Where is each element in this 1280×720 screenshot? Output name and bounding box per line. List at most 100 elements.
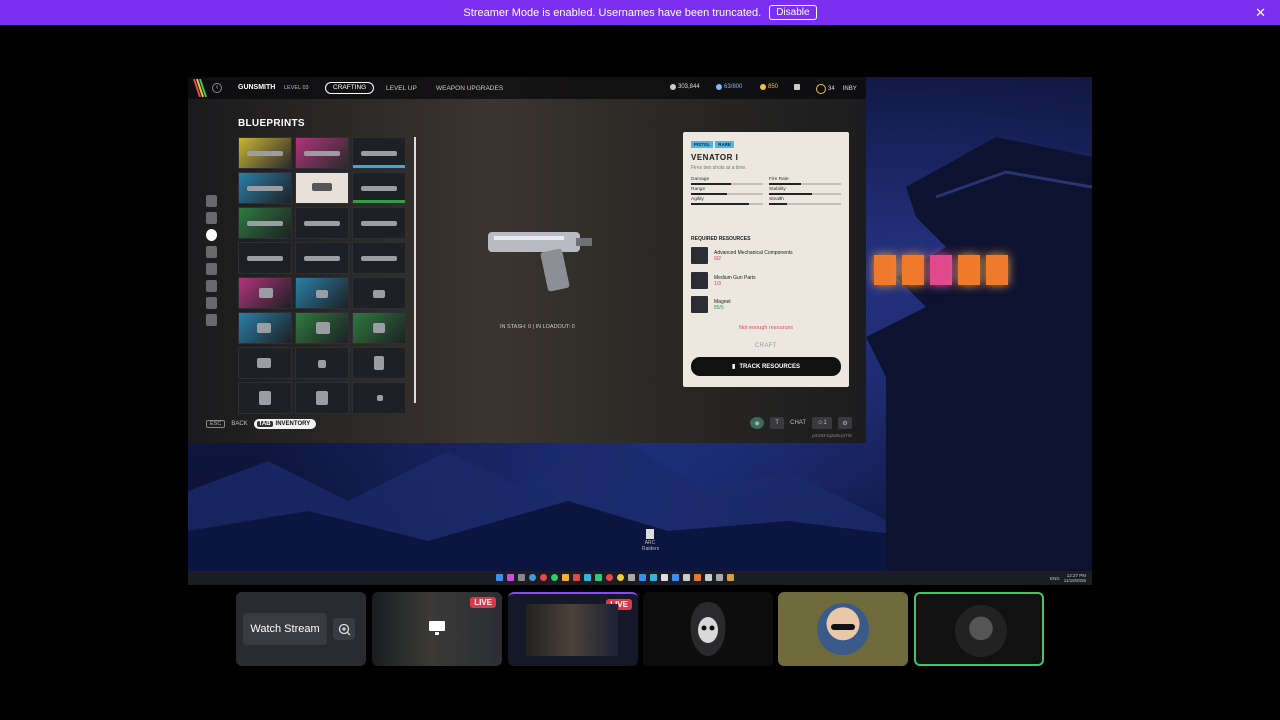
back-button[interactable]: BACK (231, 421, 247, 427)
app-icon[interactable] (683, 574, 690, 581)
blueprint-slot[interactable] (238, 172, 292, 204)
blueprint-scrollbar[interactable] (414, 137, 416, 403)
app-icon[interactable] (661, 574, 668, 581)
app-icon[interactable] (694, 574, 701, 581)
blueprints-title: BLUEPRINTS (238, 118, 305, 129)
blueprint-slot[interactable] (295, 137, 349, 169)
participant-tile-speaking[interactable] (914, 592, 1044, 666)
spotify-icon[interactable] (551, 574, 558, 581)
tab-level-up[interactable]: LEVEL UP (386, 85, 417, 92)
blueprint-slot[interactable] (295, 277, 349, 309)
app-icon[interactable] (606, 574, 613, 581)
resource-thumbnail (691, 247, 708, 264)
mail-icon[interactable] (794, 84, 800, 90)
not-enough-resources-text: Not enough resources (738, 325, 794, 331)
settings-gear-icon[interactable]: ⚙ (838, 417, 852, 429)
blueprint-slot[interactable] (295, 382, 349, 414)
track-resources-button[interactable]: ▮ TRACK RESOURCES (691, 357, 841, 376)
tray-clock[interactable]: 12:27 PM 11/18/2025 (1064, 573, 1086, 583)
blueprint-slot[interactable] (352, 347, 406, 379)
blueprint-slot[interactable] (238, 312, 292, 344)
tag-rare: RARE (715, 141, 734, 148)
blueprint-slot[interactable] (352, 137, 406, 169)
item-detail-panel: PISTOL RARE VENATOR I Fires two shots at… (683, 132, 849, 387)
blueprint-slot[interactable] (295, 312, 349, 344)
app-icon[interactable] (672, 574, 679, 581)
popout-stream-icon[interactable] (333, 618, 355, 640)
tab-weapon-upgrades[interactable]: WEAPON UPGRADES (436, 85, 503, 92)
category-armor-icon[interactable] (206, 212, 217, 224)
disable-button[interactable]: Disable (769, 5, 817, 20)
category-all-icon[interactable] (206, 195, 217, 207)
player-name: INBY (842, 86, 857, 92)
banner-text: Streamer Mode is enabled. Usernames have… (463, 6, 762, 19)
start-icon[interactable] (496, 574, 503, 581)
stat-agility: Agility (691, 197, 763, 205)
back-arrow-icon[interactable]: ‹ (212, 83, 222, 93)
app-icon[interactable] (507, 574, 514, 581)
stash-info: IN STASH: 0 | IN LOADOUT: 0 (500, 324, 575, 330)
blueprint-slot[interactable] (238, 137, 292, 169)
category-weapons-icon[interactable] (206, 229, 217, 241)
category-tools-icon[interactable] (206, 297, 217, 309)
app-icon[interactable] (716, 574, 723, 581)
party-button[interactable]: ☺ 1 (812, 417, 832, 429)
app-icon[interactable] (584, 574, 591, 581)
app-icon[interactable] (628, 574, 635, 581)
blueprint-slot[interactable] (352, 242, 406, 274)
participant-tile[interactable] (643, 592, 773, 666)
player-level: 34 (828, 86, 835, 92)
temple-silhouette (866, 137, 1092, 571)
app-icon[interactable] (518, 574, 525, 581)
close-icon[interactable]: ✕ (1255, 5, 1266, 21)
stat-damage: Damage (691, 177, 763, 185)
app-icon[interactable] (540, 574, 547, 581)
blueprint-slot[interactable] (352, 172, 406, 204)
blueprint-slot[interactable] (352, 382, 406, 414)
inventory-button[interactable]: TAB INVENTORY (253, 419, 317, 429)
app-icon[interactable] (727, 574, 734, 581)
craft-button[interactable]: CRAFT (683, 343, 849, 349)
app-icon[interactable] (650, 574, 657, 581)
tray-lang[interactable]: ENG (1050, 576, 1060, 581)
game-window[interactable]: ‹ GUNSMITH LEVEL 03 CRAFTING LEVEL UP WE… (188, 77, 866, 443)
blueprint-slot[interactable] (295, 347, 349, 379)
game-header: ‹ GUNSMITH LEVEL 03 CRAFTING LEVEL UP WE… (188, 77, 866, 99)
app-icon[interactable] (562, 574, 569, 581)
participant-tile[interactable] (778, 592, 908, 666)
blueprint-slot[interactable] (295, 207, 349, 239)
required-resources-title: REQUIRED RESOURCES (691, 236, 751, 242)
desktop-shortcut[interactable]: ARC Raiders (642, 529, 659, 552)
blueprint-slot[interactable] (238, 242, 292, 274)
blueprint-slot[interactable] (352, 207, 406, 239)
blueprint-slot[interactable] (352, 277, 406, 309)
category-mods-icon[interactable] (206, 263, 217, 275)
stream-view[interactable]: ‹ GUNSMITH LEVEL 03 CRAFTING LEVEL UP WE… (188, 77, 1092, 585)
chat-button[interactable]: CHAT (790, 420, 806, 426)
stream-tile[interactable]: LIVE (372, 592, 502, 666)
category-misc-icon[interactable] (206, 314, 217, 326)
player-badge[interactable]: 34 INBY (816, 84, 857, 94)
blueprint-slot[interactable] (295, 242, 349, 274)
app-icon[interactable] (595, 574, 602, 581)
watch-stream-button[interactable]: Watch Stream (243, 613, 327, 645)
stream-tile-selected[interactable]: LIVE (508, 592, 638, 666)
tab-crafting[interactable]: CRAFTING (325, 82, 375, 94)
streamer-mode-banner: Streamer Mode is enabled. Usernames have… (0, 0, 1280, 25)
blueprint-slot-selected[interactable] (295, 172, 349, 204)
blueprint-slot[interactable] (238, 382, 292, 414)
screen-share-icon (429, 621, 445, 635)
app-icon[interactable] (529, 574, 536, 581)
blueprint-slot[interactable] (238, 347, 292, 379)
app-icon[interactable] (573, 574, 580, 581)
blueprint-slot[interactable] (238, 207, 292, 239)
resource-row: Medium Gun Parts 1/3 (691, 270, 841, 291)
app-icon[interactable] (705, 574, 712, 581)
category-medical-icon[interactable] (206, 280, 217, 292)
app-icon[interactable] (617, 574, 624, 581)
blueprint-slot[interactable] (238, 277, 292, 309)
category-shield-icon[interactable] (206, 246, 217, 258)
blueprint-slot[interactable] (352, 312, 406, 344)
app-icon[interactable] (639, 574, 646, 581)
voice-icon[interactable]: ◉ (750, 417, 765, 429)
